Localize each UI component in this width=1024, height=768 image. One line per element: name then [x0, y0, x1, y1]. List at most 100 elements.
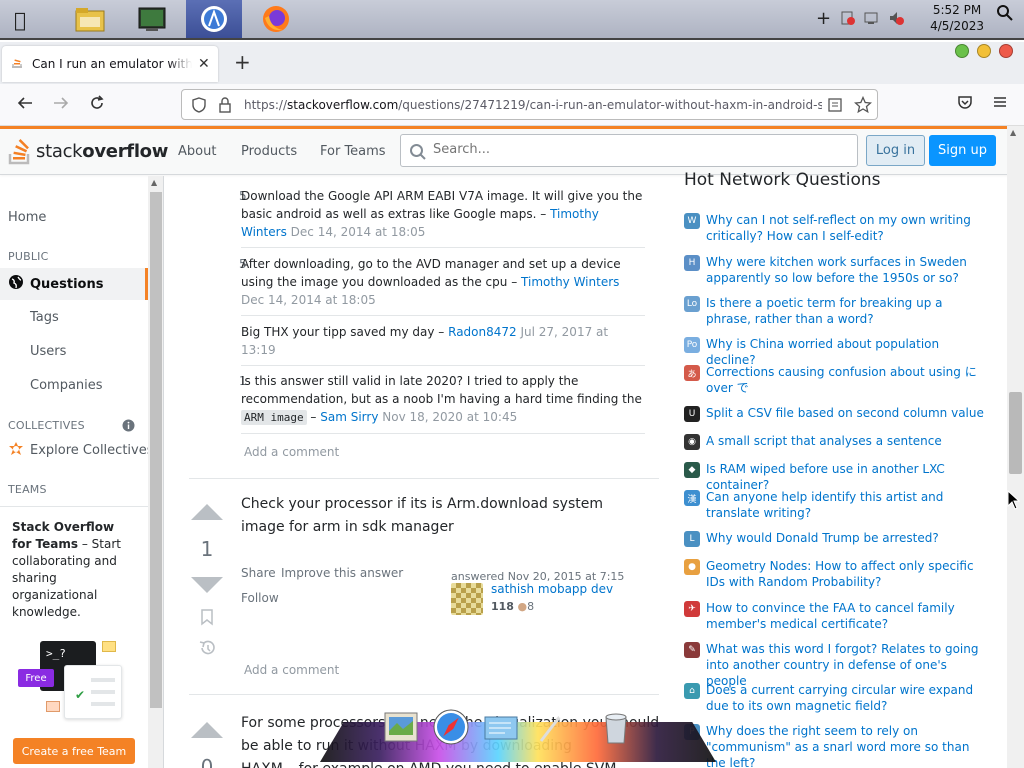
add-comment-link[interactable]: Add a comment: [244, 445, 339, 459]
network-icon[interactable]: [840, 10, 856, 30]
trash-icon[interactable]: [595, 706, 637, 748]
url-bar[interactable]: https://stackoverflow.com/questions/2747…: [181, 89, 878, 120]
files-icon[interactable]: [62, 0, 118, 38]
upvote-button[interactable]: [191, 722, 223, 738]
scroll-up-icon[interactable]: ▲: [151, 178, 157, 187]
firefox-icon[interactable]: [248, 0, 304, 38]
hnq-link[interactable]: Why can I not self-reflect on my own wri…: [706, 212, 984, 244]
mail-icon[interactable]: [480, 706, 522, 748]
hnq-link[interactable]: Why were kitchen work surfaces in Sweden…: [706, 254, 984, 286]
comment-date[interactable]: Nov 18, 2020 at 10:45: [382, 410, 517, 424]
minimize-button[interactable]: [977, 44, 991, 58]
menu-icon[interactable]: [992, 94, 1008, 115]
hnq-link[interactable]: Why would Donald Trump be arrested?: [706, 530, 939, 547]
avatar[interactable]: [451, 583, 483, 615]
search-box[interactable]: [400, 134, 858, 167]
wand-icon[interactable]: [530, 706, 572, 748]
hnq-link[interactable]: Can anyone help identify this artist and…: [706, 489, 984, 521]
sidebar-item-explore-collectives[interactable]: Explore Collectives: [8, 441, 154, 460]
hnq-item[interactable]: U Split a CSV file based on second column…: [684, 405, 984, 422]
hnq-link[interactable]: A small script that analyses a sentence: [706, 433, 942, 450]
nav-about[interactable]: About: [178, 144, 216, 159]
bookmark-star-icon[interactable]: [853, 95, 873, 117]
apple-icon[interactable]: : [14, 8, 26, 32]
terminal-icon[interactable]: [124, 0, 180, 38]
hnq-link[interactable]: Why does the right seem to rely on "comm…: [706, 723, 984, 768]
share-link[interactable]: Share: [241, 566, 276, 580]
nav-for-teams[interactable]: For Teams: [320, 144, 386, 159]
page-scrollbar-thumb[interactable]: [1009, 392, 1022, 474]
site-icon: ◉: [684, 434, 700, 450]
search-icon[interactable]: [996, 4, 1014, 25]
hnq-link[interactable]: Corrections causing confusion about usin…: [706, 364, 984, 396]
site-icon: L: [684, 531, 700, 547]
comment-date[interactable]: Dec 14, 2014 at 18:05: [291, 225, 426, 239]
info-icon[interactable]: [122, 419, 135, 435]
comment-user-link[interactable]: Radon8472: [448, 325, 517, 339]
hnq-link[interactable]: How to convince the FAA to cancel family…: [706, 600, 984, 632]
bookmark-icon[interactable]: [199, 608, 215, 629]
finder-icon[interactable]: [380, 706, 422, 748]
comment-user-link[interactable]: Sam Sirry: [320, 410, 378, 424]
forward-icon[interactable]: [52, 94, 70, 117]
downvote-button[interactable]: [191, 577, 223, 593]
upvote-button[interactable]: [191, 504, 223, 520]
hnq-link[interactable]: Geometry Nodes: How to affect only speci…: [706, 558, 984, 590]
site-icon: Po: [684, 337, 700, 353]
safari-icon[interactable]: [430, 706, 472, 748]
create-free-team-button[interactable]: Create a free Team: [13, 738, 135, 764]
comment: Big THX your tipp saved my day – Radon84…: [241, 323, 645, 366]
hnq-item[interactable]: 漢 Can anyone help identify this artist an…: [684, 489, 984, 521]
hnq-item[interactable]: Lo Is there a poetic term for breaking up…: [684, 295, 984, 327]
reader-view-icon[interactable]: [827, 97, 843, 116]
scroll-up-icon[interactable]: ▲: [1010, 128, 1016, 137]
new-tab-icon[interactable]: +: [234, 50, 251, 74]
clock[interactable]: 5:52 PM 4/5/2023: [930, 2, 984, 34]
hnq-link[interactable]: Is there a poetic term for breaking up a…: [706, 295, 984, 327]
search-input[interactable]: [433, 142, 833, 157]
shield-icon[interactable]: [191, 97, 207, 116]
sidebar-scrollbar-thumb[interactable]: [150, 192, 162, 708]
pocket-icon[interactable]: [956, 94, 974, 117]
improve-answer-link[interactable]: Improve this answer: [281, 566, 403, 580]
history-icon[interactable]: [197, 638, 217, 661]
vote-count: 1: [200, 537, 214, 561]
display-icon[interactable]: [864, 10, 880, 30]
lock-icon[interactable]: [218, 97, 232, 116]
comment-date[interactable]: Dec 14, 2014 at 18:05: [241, 293, 376, 307]
hnq-item[interactable]: PWhy does the right seem to rely on "com…: [684, 723, 984, 768]
sidebar-item-questions[interactable]: Questions: [0, 268, 148, 300]
maximize-button[interactable]: [955, 44, 969, 58]
comment-user-link[interactable]: Timothy Winters: [521, 275, 619, 289]
hnq-item[interactable]: W Why can I not self-reflect on my own wr…: [684, 212, 984, 244]
site-logo[interactable]: stackoverflow: [8, 137, 168, 165]
hnq-item[interactable]: ◉ A small script that analyses a sentence: [684, 433, 984, 450]
comment: After downloading, go to the AVD manager…: [241, 255, 645, 316]
login-button[interactable]: Log in: [866, 135, 925, 166]
hnq-item[interactable]: ● Geometry Nodes: How to affect only spec…: [684, 558, 984, 590]
hnq-item[interactable]: H Why were kitchen work surfaces in Swede…: [684, 254, 984, 286]
sidebar-item-users[interactable]: Users: [30, 344, 163, 359]
sidebar-item-home[interactable]: Home: [8, 210, 156, 225]
hnq-item[interactable]: あ Corrections causing confusion about usi…: [684, 364, 984, 396]
hnq-item[interactable]: L Why would Donald Trump be arrested?: [684, 530, 984, 547]
volume-icon[interactable]: [888, 10, 904, 30]
signup-button[interactable]: Sign up: [929, 135, 996, 166]
hnq-link[interactable]: Does a current carrying circular wire ex…: [706, 682, 984, 714]
browser-tab[interactable]: Can I run an emulator without HAXM ✕: [2, 46, 218, 82]
plus-icon[interactable]: +: [816, 8, 831, 29]
close-window-button[interactable]: [999, 44, 1013, 58]
add-comment-link[interactable]: Add a comment: [244, 663, 339, 677]
hnq-item[interactable]: ✈ How to convince the FAA to cancel famil…: [684, 600, 984, 632]
nav-products[interactable]: Products: [241, 144, 297, 159]
android-studio-icon[interactable]: [186, 0, 242, 38]
close-icon[interactable]: ✕: [198, 56, 210, 72]
hnq-item[interactable]: ⌂ Does a current carrying circular wire e…: [684, 682, 984, 714]
sidebar-item-companies[interactable]: Companies: [30, 378, 163, 393]
reload-icon[interactable]: [88, 94, 106, 117]
user-name-link[interactable]: sathish mobapp dev: [491, 582, 613, 596]
follow-link[interactable]: Follow: [241, 591, 279, 605]
sidebar-item-tags[interactable]: Tags: [30, 310, 163, 325]
hnq-link[interactable]: Split a CSV file based on second column …: [706, 405, 984, 422]
back-icon[interactable]: [16, 94, 34, 117]
